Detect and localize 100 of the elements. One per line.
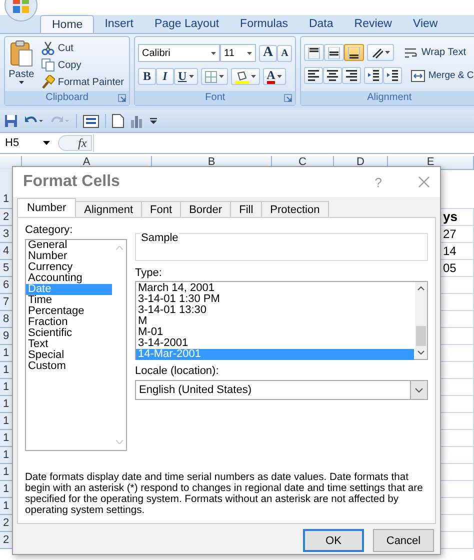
vertical-align-button[interactable] (324, 44, 344, 61)
type-item[interactable]: March 14, 2001 (136, 283, 414, 294)
wrap-text-button[interactable]: Wrap Text (402, 44, 468, 60)
orientation-button[interactable] (367, 44, 394, 61)
category-item[interactable]: Scientific (26, 328, 112, 339)
borders-icon (204, 70, 217, 82)
group-label: Font (205, 92, 226, 103)
sample-label: Sample (140, 232, 180, 244)
bold-button[interactable]: B (138, 68, 156, 85)
type-item[interactable]: 3-14-2001 (136, 338, 414, 349)
indent-icon (387, 70, 398, 81)
font-color-button[interactable]: A (262, 68, 286, 85)
category-item[interactable]: Time (26, 295, 112, 306)
chevron-down-icon (415, 388, 423, 392)
paste-button[interactable]: Paste (8, 40, 35, 88)
fill-color-button[interactable] (230, 68, 260, 85)
category-item[interactable]: Number (26, 251, 112, 262)
angled-lines-icon (371, 46, 384, 58)
font-size-field[interactable]: 11 (220, 44, 256, 62)
align-button[interactable] (342, 67, 362, 84)
type-item[interactable]: M (136, 316, 414, 327)
copy-button[interactable]: Copy (38, 57, 126, 73)
indent-button[interactable] (383, 67, 402, 84)
formula-buttons-icon (58, 135, 92, 151)
dialog-title: Format Cells (23, 173, 121, 191)
chart-icon[interactable] (130, 114, 144, 128)
form-icon[interactable] (83, 114, 99, 128)
customize-caret-icon[interactable] (150, 118, 157, 124)
name-box[interactable]: H5 (0, 137, 43, 149)
merge-icon (411, 70, 426, 82)
category-item[interactable]: General (26, 240, 112, 251)
scrollbar[interactable] (415, 282, 427, 359)
lines-icon (346, 70, 358, 81)
font-name-field[interactable]: Calibri (138, 44, 220, 62)
dialog-tab[interactable]: Alignment (75, 201, 142, 217)
ribbon-tab[interactable]: Insert (94, 15, 144, 33)
caret-icon (218, 75, 224, 78)
align-button[interactable] (304, 67, 324, 84)
paint-bucket-icon (234, 70, 249, 84)
category-item[interactable]: Special (26, 350, 112, 361)
wrap-text-icon (404, 46, 418, 58)
cut-button[interactable]: Cut (38, 40, 126, 56)
indent-icon (368, 70, 380, 81)
caret-icon (277, 75, 282, 78)
caret-icon (188, 75, 194, 78)
type-item[interactable]: 3-14-01 1:30 PM (136, 294, 414, 305)
type-item[interactable]: M-01 (136, 327, 414, 338)
ribbon-tab[interactable]: Formulas (229, 15, 298, 33)
category-item[interactable]: Custom (26, 361, 112, 372)
ribbon-tab[interactable]: Review (343, 15, 402, 33)
underline-button[interactable]: U (174, 68, 198, 85)
merge-button[interactable]: Merge & C (409, 68, 474, 84)
brush-icon (40, 75, 55, 89)
cell-lines-icon (348, 46, 360, 58)
cell-lines-icon (308, 46, 320, 58)
group-label: Clipboard (46, 92, 88, 103)
format-painter-button[interactable]: Format Painter (38, 74, 126, 90)
grow-font-button[interactable]: A (259, 44, 278, 62)
dialog-button[interactable]: Cancel (373, 529, 434, 552)
save-icon[interactable] (4, 114, 18, 128)
category-item[interactable]: Percentage (26, 306, 112, 317)
dialog-button[interactable]: OK (303, 529, 364, 552)
vertical-align-button[interactable] (344, 44, 364, 61)
type-item[interactable]: 3-14-01 13:30 (136, 305, 414, 316)
ribbon-tab[interactable]: Page Layout (143, 15, 230, 33)
italic-button[interactable]: I (156, 68, 174, 85)
clipboard-icon (9, 40, 34, 68)
caret-icon (247, 52, 252, 54)
category-item[interactable]: Text (26, 339, 112, 350)
dialog-tab[interactable]: Protection (261, 201, 329, 217)
category-item[interactable]: Accounting (26, 273, 112, 284)
shrink-font-button[interactable]: A (277, 44, 292, 62)
caret-icon (250, 75, 256, 78)
ribbon-tab[interactable]: View (402, 15, 448, 33)
category-item[interactable]: Currency (26, 262, 112, 273)
indent-button[interactable] (364, 67, 384, 84)
dialog-launcher-icon[interactable] (284, 94, 292, 102)
caret-icon (385, 51, 390, 54)
dialog-launcher-icon[interactable] (118, 94, 126, 102)
type-list[interactable]: March 14, 2001 3-14-01 1:30 PM 3-14-01 13:30 M M-01 3-14-2001 14-Mar-2001 (135, 281, 428, 360)
group-label: Alignment (367, 92, 412, 103)
close-icon[interactable] (418, 176, 430, 188)
vertical-align-button[interactable] (304, 44, 324, 61)
dialog-tab[interactable]: Number (17, 198, 76, 217)
cell-lines-icon (328, 46, 340, 58)
copy-icon (40, 58, 55, 72)
description-text: Date formats display date and time serial numbers as date values. Date formats that begin with an asterisk (*) respond to changes in regional date and time settings that are specified for the operating system. Formats without an asterisk are not affected by operating system settings. (25, 472, 424, 518)
new-document-icon[interactable] (112, 114, 124, 128)
lines-icon (327, 70, 338, 81)
locale-dropdown[interactable]: English (United States) (135, 380, 428, 400)
ribbon-tab[interactable]: Data (298, 15, 344, 33)
caret-icon[interactable] (43, 141, 50, 145)
type-label: Type: (135, 267, 163, 280)
ribbon-tab[interactable]: Home (40, 15, 94, 33)
category-list[interactable]: General Number Currency Accounting Date Time Percentage Fraction Scientific Text Special Custom (25, 239, 127, 451)
category-item[interactable]: Fraction (26, 317, 112, 328)
caret-icon (211, 52, 216, 54)
caret-icon (18, 81, 24, 84)
align-button[interactable] (323, 67, 342, 84)
category-label: Category: (25, 224, 74, 237)
